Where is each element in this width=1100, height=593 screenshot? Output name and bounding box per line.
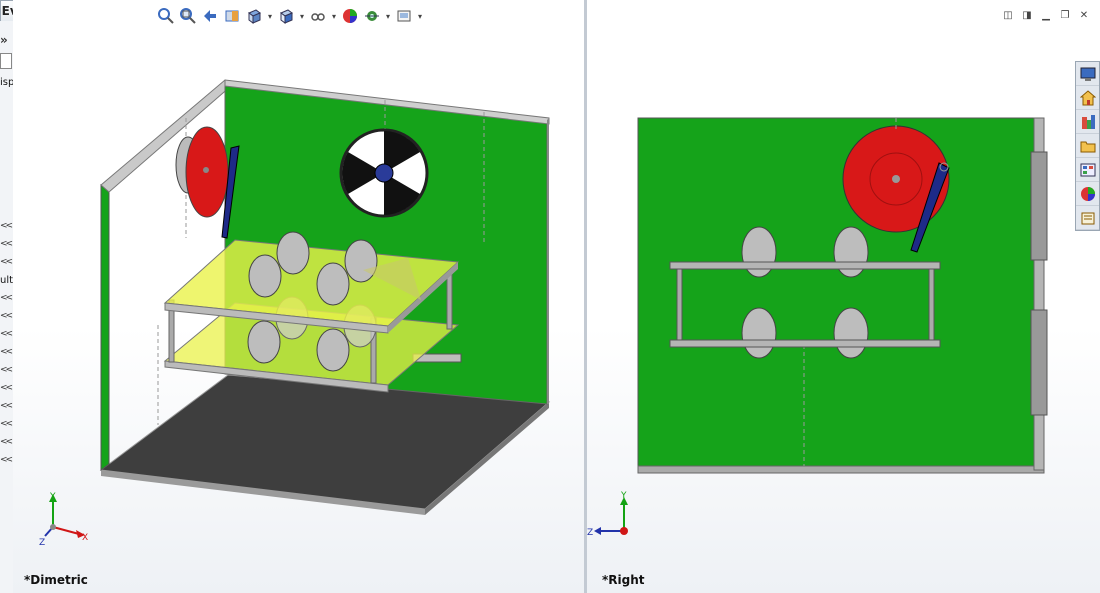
edit-appearance-icon[interactable] [340, 6, 360, 26]
folder-icon[interactable] [1076, 134, 1099, 158]
svg-text:Y: Y [49, 492, 56, 502]
disc-hub [892, 175, 900, 183]
view-palette-icon[interactable] [1076, 158, 1099, 182]
view-orientation-label: *Dimetric [24, 573, 88, 587]
egg [833, 307, 869, 359]
expand-panel-button[interactable]: » [0, 33, 8, 47]
svg-text:Z: Z [587, 528, 593, 538]
custom-properties-icon[interactable] [1076, 206, 1099, 230]
minimize-icon[interactable]: ▁ [1038, 8, 1054, 22]
egg [248, 254, 282, 298]
tree-arrow[interactable]: << [0, 221, 13, 231]
display-style-icon[interactable] [276, 6, 296, 26]
file-explorer-icon[interactable] [1076, 110, 1099, 134]
upper-tray [669, 261, 941, 270]
previous-view-icon[interactable] [200, 6, 220, 26]
panel-text-result: ult [0, 275, 14, 286]
back-wall [637, 117, 1035, 467]
zoom-to-fit-icon[interactable] [156, 6, 176, 26]
tree-arrow[interactable]: << [0, 383, 13, 393]
task-pane-tabs [1075, 61, 1100, 231]
tree-arrow[interactable]: << [0, 239, 13, 249]
egg [741, 307, 777, 359]
tray-post [676, 268, 683, 341]
feature-manager-panel: » isp << << << ult << << << << << << << … [0, 21, 14, 593]
tree-arrow[interactable]: << [0, 257, 13, 267]
restore-icon[interactable]: ❐ [1057, 8, 1073, 22]
view-settings-icon[interactable] [394, 6, 414, 26]
zoom-to-area-icon[interactable] [178, 6, 198, 26]
tree-arrow[interactable]: << [0, 437, 13, 447]
tree-arrow[interactable]: << [0, 401, 13, 411]
chevron-down-icon[interactable]: ▾ [416, 12, 424, 21]
tree-arrow[interactable]: << [0, 365, 13, 375]
tree-arrow[interactable]: << [0, 347, 13, 357]
svg-text:Y: Y [620, 491, 627, 501]
base-plate [637, 465, 1045, 474]
tray-post [928, 268, 935, 341]
chevron-down-icon[interactable]: ▾ [266, 12, 274, 21]
chevron-down-icon[interactable]: ▾ [384, 12, 392, 21]
hide-show-items-icon[interactable] [308, 6, 328, 26]
disc-hub [203, 167, 209, 173]
dimetric-viewport[interactable]: Y X Z ▾ ▾ ▾ ▾ ▾ *Dimetric [13, 0, 584, 593]
dimetric-model-canvas[interactable]: Y X Z [13, 0, 584, 593]
side-bracket [1030, 309, 1048, 416]
fan-hub [374, 163, 394, 183]
appearances-icon[interactable] [1076, 182, 1099, 206]
viewport-window-controls: ◫ ◨ ▁ ❐ ✕ [1000, 8, 1092, 22]
heads-up-view-toolbar: ▾ ▾ ▾ ▾ ▾ [156, 5, 424, 27]
egg [276, 231, 310, 275]
section-view-icon[interactable] [222, 6, 242, 26]
tree-arrow[interactable]: << [0, 455, 13, 465]
triad-icon: Y Z [587, 491, 628, 538]
tree-arrow[interactable]: << [0, 311, 13, 321]
egg [316, 328, 350, 372]
close-icon[interactable]: ✕ [1076, 8, 1092, 22]
right-model-canvas[interactable]: Y Z [587, 0, 1100, 593]
apply-scene-icon[interactable] [362, 6, 382, 26]
tray-post [446, 272, 453, 330]
side-bracket [1030, 151, 1048, 261]
tree-arrow[interactable]: << [0, 419, 13, 429]
view-orientation-icon[interactable] [244, 6, 264, 26]
chevron-down-icon[interactable]: ▾ [298, 12, 306, 21]
split-view-icon[interactable]: ◨ [1019, 8, 1035, 22]
right-viewport[interactable]: Y Z ◫ ◨ ▁ ❐ ✕ *Right [587, 0, 1100, 593]
triad-icon: Y X Z [39, 492, 88, 548]
svg-text:Z: Z [39, 538, 45, 548]
tree-arrow[interactable]: << [0, 293, 13, 303]
svg-text:X: X [82, 533, 88, 543]
design-library-icon[interactable] [1076, 86, 1099, 110]
lower-tray [669, 339, 941, 348]
view-orientation-label: *Right [602, 573, 645, 587]
panel-filter-box[interactable] [0, 53, 12, 69]
left-wall [100, 183, 110, 471]
egg [316, 262, 350, 306]
solidworks-resources-icon[interactable] [1076, 62, 1099, 86]
back-wall-side-edge [547, 118, 549, 404]
egg [247, 320, 281, 364]
egg [344, 239, 378, 283]
panel-text-display: isp [0, 77, 14, 88]
chevron-down-icon[interactable]: ▾ [330, 12, 338, 21]
tree-arrow[interactable]: << [0, 329, 13, 339]
link-views-icon[interactable]: ◫ [1000, 8, 1016, 22]
